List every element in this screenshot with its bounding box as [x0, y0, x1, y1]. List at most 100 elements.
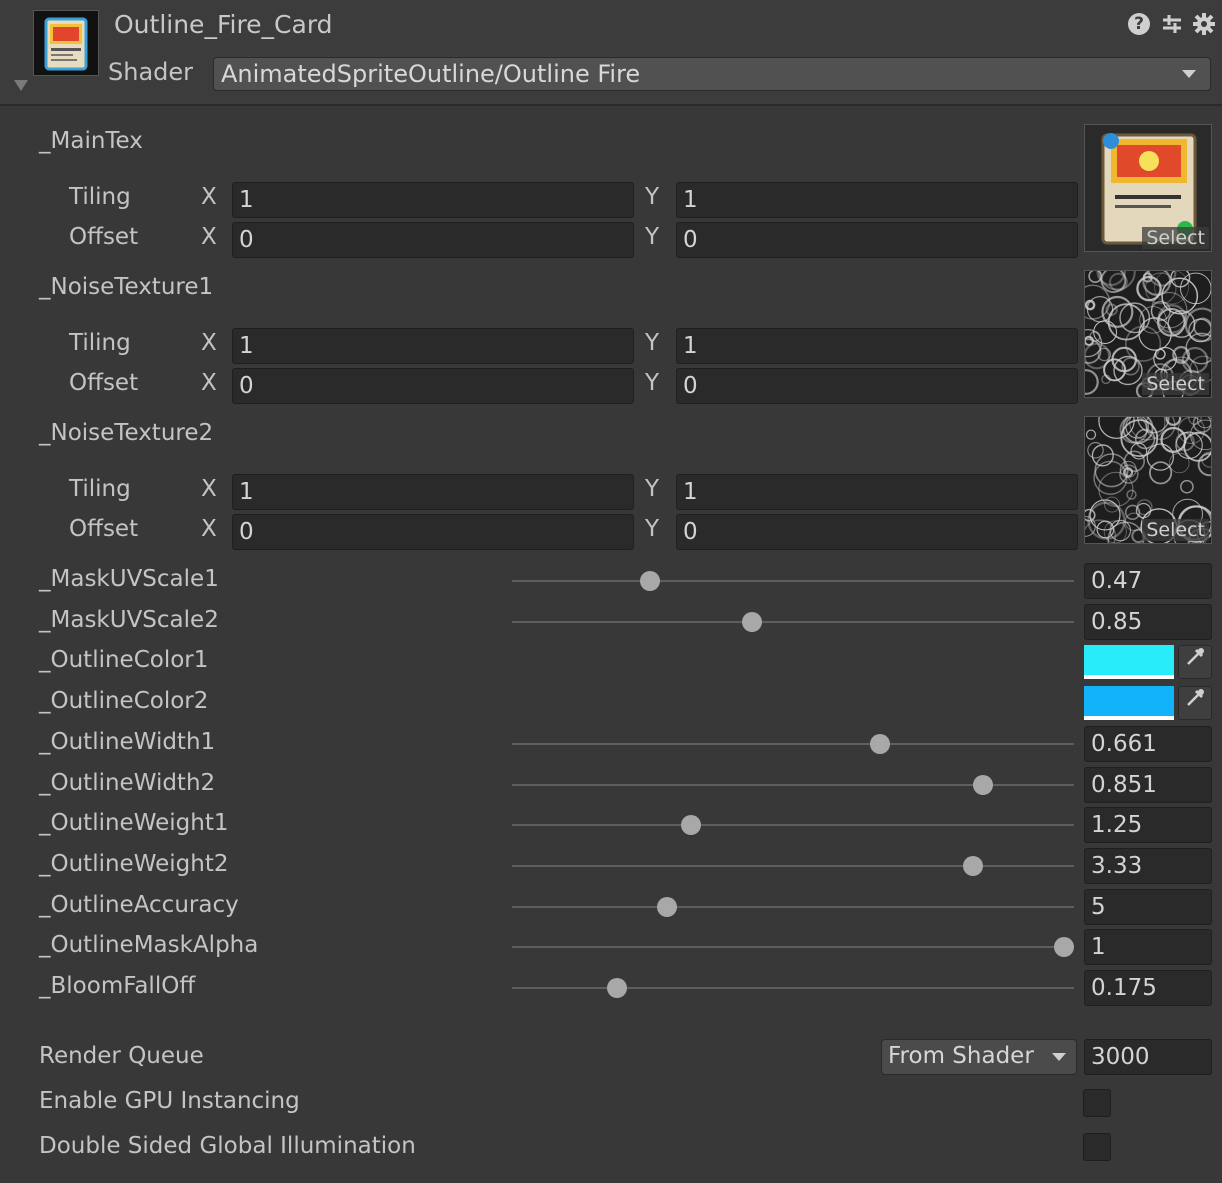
slider-value-field[interactable]: 0.661 [1084, 726, 1212, 762]
slider-value: 0.47 [1091, 568, 1143, 594]
slider-value-field[interactable]: 1.25 [1084, 807, 1212, 843]
eyedropper-icon[interactable] [1178, 686, 1212, 720]
tiling-y-value: 1 [683, 187, 698, 213]
slider-knob[interactable] [973, 775, 993, 795]
tiling-x-field[interactable]: 1 [232, 474, 634, 510]
property-label: _OutlineColor2 [39, 688, 209, 714]
y-axis-label: Y [645, 370, 660, 396]
slider-track[interactable] [512, 865, 1074, 867]
slider-value-field[interactable]: 0.47 [1084, 563, 1212, 599]
color-swatch[interactable] [1084, 686, 1174, 720]
slider-knob[interactable] [656, 897, 677, 917]
property-label: _MaskUVScale1 [39, 566, 219, 592]
slider-knob[interactable] [869, 734, 890, 754]
slider-track[interactable] [512, 824, 1074, 826]
tiling-x-field[interactable]: 1 [232, 182, 634, 218]
render-queue-label: Render Queue [39, 1043, 204, 1069]
alpha-bar [1084, 716, 1174, 720]
slider-knob[interactable] [680, 815, 701, 835]
y-axis-label: Y [645, 330, 660, 356]
slider-track[interactable] [512, 987, 1074, 989]
tiling-y-value: 1 [683, 333, 698, 359]
slider-value: 1 [1091, 934, 1106, 960]
slider-value-field[interactable]: 1 [1084, 929, 1212, 965]
offset-x-value: 0 [239, 227, 254, 253]
tiling-y-value: 1 [683, 479, 698, 505]
x-axis-label: X [201, 370, 217, 396]
foldout-arrow-icon[interactable] [14, 80, 28, 91]
tiling-y-field[interactable]: 1 [676, 328, 1078, 364]
texture-select-button[interactable]: Select [1142, 519, 1209, 541]
property-label: _OutlineWeight1 [39, 810, 229, 836]
texture-select-button[interactable]: Select [1142, 227, 1209, 249]
texture-slot[interactable]: Select [1084, 124, 1212, 252]
dropdown-arrow-icon [1052, 1053, 1066, 1061]
slider-knob[interactable] [606, 978, 627, 998]
tiling-y-field[interactable]: 1 [676, 182, 1078, 218]
slider-value: 0.85 [1091, 609, 1143, 635]
offset-x-value: 0 [239, 519, 254, 545]
property-label: _MaskUVScale2 [39, 607, 219, 633]
property-label: _BloomFallOff [39, 973, 196, 999]
offset-label: Offset [69, 370, 139, 396]
slider-track[interactable] [512, 580, 1074, 582]
render-queue-dropdown[interactable]: From Shader [881, 1039, 1077, 1075]
slider-track[interactable] [512, 906, 1074, 908]
offset-y-field[interactable]: 0 [676, 222, 1078, 258]
card-preview-icon [44, 17, 88, 71]
render-queue-value-field[interactable]: 3000 [1084, 1039, 1212, 1075]
color-swatch[interactable] [1084, 645, 1174, 679]
slider-value: 0.661 [1091, 731, 1157, 757]
gear-icon[interactable] [1192, 12, 1216, 36]
x-axis-label: X [201, 224, 217, 250]
offset-x-field[interactable]: 0 [232, 222, 634, 258]
slider-value: 5 [1091, 894, 1106, 920]
property-label: _OutlineWidth1 [39, 729, 216, 755]
offset-x-field[interactable]: 0 [232, 368, 634, 404]
slider-knob[interactable] [742, 612, 762, 632]
texture-property-label: _NoiseTexture1 [39, 274, 214, 300]
eyedropper-icon[interactable] [1178, 645, 1212, 679]
slider-knob[interactable] [1053, 937, 1074, 957]
tiling-x-field[interactable]: 1 [232, 328, 634, 364]
slider-track[interactable] [512, 621, 1074, 623]
shader-dropdown[interactable]: AnimatedSpriteOutline/Outline Fire [213, 57, 1211, 91]
slider-track[interactable] [512, 743, 1074, 745]
slider-knob[interactable] [639, 571, 660, 591]
slider-value-field[interactable]: 0.851 [1084, 767, 1212, 803]
texture-property-label: _NoiseTexture2 [39, 420, 214, 446]
help-icon[interactable]: ? [1128, 13, 1150, 35]
double-sided-gi-checkbox[interactable] [1083, 1133, 1111, 1161]
x-axis-label: X [201, 184, 217, 210]
slider-value-field[interactable]: 0.85 [1084, 604, 1212, 640]
property-label: _OutlineMaskAlpha [39, 932, 259, 958]
slider-value-field[interactable]: 0.175 [1084, 970, 1212, 1006]
y-axis-label: Y [645, 224, 660, 250]
texture-select-button[interactable]: Select [1142, 373, 1209, 395]
slider-value: 1.25 [1091, 812, 1143, 838]
offset-y-field[interactable]: 0 [676, 514, 1078, 550]
tiling-y-field[interactable]: 1 [676, 474, 1078, 510]
material-preview-thumbnail[interactable] [33, 10, 99, 76]
offset-y-value: 0 [683, 227, 698, 253]
tiling-x-value: 1 [239, 187, 254, 213]
property-label: _OutlineAccuracy [39, 892, 239, 918]
preset-icon[interactable] [1160, 12, 1184, 36]
slider-value: 0.851 [1091, 772, 1157, 798]
offset-x-field[interactable]: 0 [232, 514, 634, 550]
tiling-x-value: 1 [239, 333, 254, 359]
slider-value: 0.175 [1091, 975, 1157, 1001]
property-label: _OutlineColor1 [39, 647, 209, 673]
slider-knob[interactable] [962, 856, 983, 876]
texture-slot[interactable]: Select [1074, 400, 1222, 559]
texture-slot[interactable]: Select [1072, 253, 1220, 403]
slider-value-field[interactable]: 3.33 [1084, 848, 1212, 884]
tiling-label: Tiling [69, 476, 131, 502]
shader-dropdown-value: AnimatedSpriteOutline/Outline Fire [221, 60, 641, 88]
render-queue-value: 3000 [1091, 1044, 1150, 1070]
x-axis-label: X [201, 330, 217, 356]
gpu-instancing-checkbox[interactable] [1083, 1089, 1111, 1117]
slider-track[interactable] [512, 946, 1074, 948]
offset-y-field[interactable]: 0 [676, 368, 1078, 404]
slider-value-field[interactable]: 5 [1084, 889, 1212, 925]
